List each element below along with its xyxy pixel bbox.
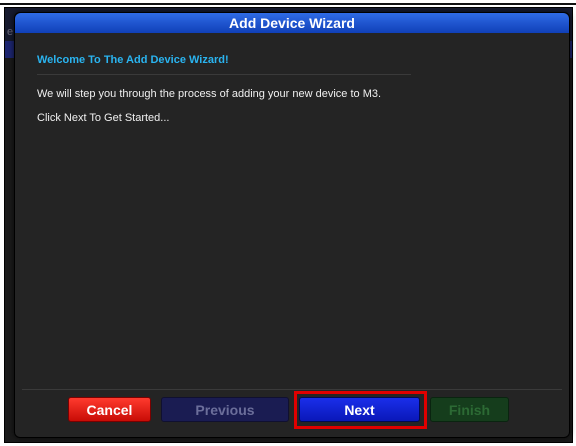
heading-divider — [37, 74, 411, 75]
finish-button[interactable]: Finish — [430, 397, 509, 422]
intro-text: We will step you through the process of … — [37, 88, 382, 100]
wizard-content: Welcome To The Add Device Wizard! We wil… — [15, 33, 569, 387]
footer-divider — [22, 389, 562, 390]
welcome-heading: Welcome To The Add Device Wizard! — [37, 54, 229, 66]
next-button-highlight — [294, 391, 427, 429]
background-partial-text: e — [7, 26, 14, 38]
dialog-title: Add Device Wizard — [229, 15, 355, 31]
top-border-line — [0, 3, 576, 5]
add-device-wizard-dialog: Add Device Wizard Welcome To The Add Dev… — [14, 12, 570, 438]
start-instruction: Click Next To Get Started... — [37, 112, 170, 124]
previous-button[interactable]: Previous — [161, 397, 289, 422]
cancel-button[interactable]: Cancel — [68, 397, 151, 422]
dialog-title-bar[interactable]: Add Device Wizard — [15, 13, 569, 33]
